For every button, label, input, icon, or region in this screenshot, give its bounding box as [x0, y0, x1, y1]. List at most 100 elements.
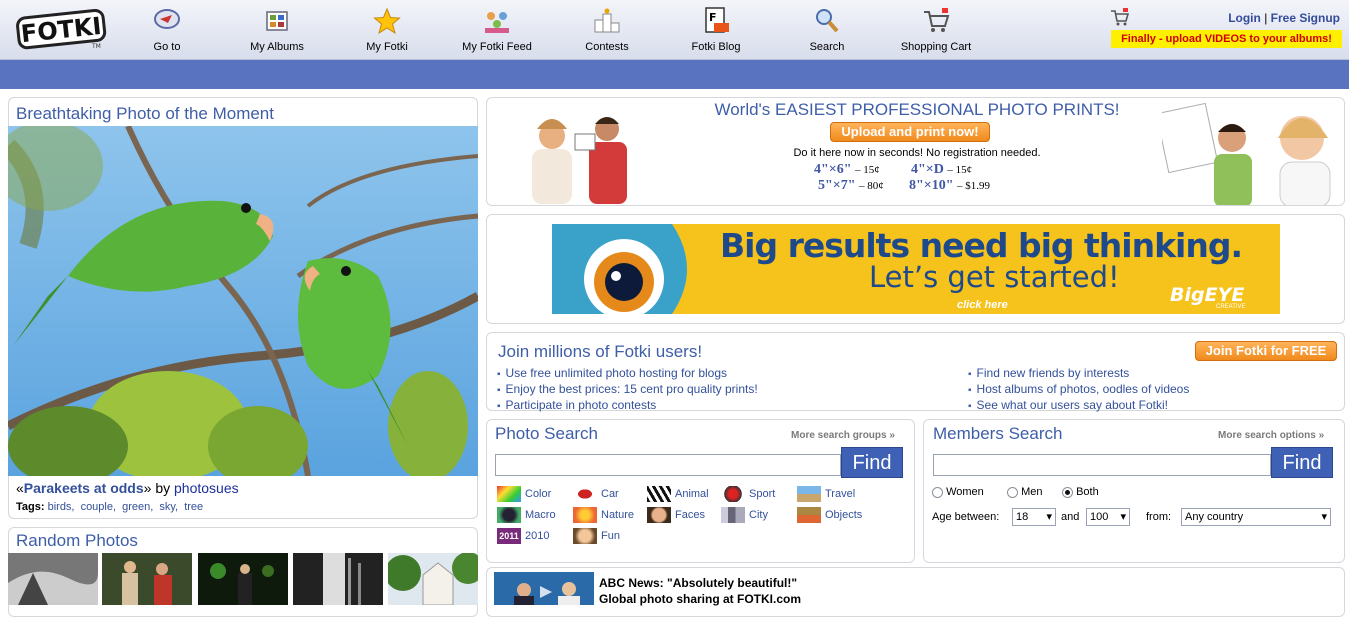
category-car[interactable]: Car [573, 486, 619, 503]
category-macro[interactable]: Macro [497, 507, 556, 524]
photo-of-moment-title: Breathtaking Photo of the Moment [16, 104, 274, 123]
category-color[interactable]: Color [497, 486, 551, 503]
category-nature[interactable]: Nature [573, 507, 634, 524]
category-travel[interactable]: Travel [797, 486, 855, 503]
join-benefits-right: Find new friends by interests Host album… [968, 366, 1190, 414]
category-fun[interactable]: Fun [573, 528, 620, 545]
login-link[interactable]: Login [1228, 11, 1261, 25]
random-photo-thumb[interactable] [8, 553, 98, 605]
feed-icon [485, 12, 509, 33]
nav-label: My Albums [250, 41, 304, 53]
more-search-options-link[interactable]: More search options » [1218, 430, 1324, 441]
more-search-groups-link[interactable]: More search groups » [791, 430, 895, 441]
category-label[interactable]: City [749, 509, 768, 521]
category-label[interactable]: Macro [525, 509, 556, 521]
prints-headline: World's EASIEST PROFESSIONAL PHOTO PRINT… [714, 100, 1120, 119]
price-item[interactable]: 4"×D – 15¢ [911, 162, 1001, 178]
photo-search-find-button[interactable]: Find [841, 447, 903, 478]
ad-banner[interactable]: Big results need big thinking. Let’s get… [552, 224, 1280, 314]
photo-title-link[interactable]: Parakeets at odds [24, 480, 144, 496]
featured-photo[interactable] [8, 126, 478, 476]
price-size: 4"×D [911, 162, 944, 177]
age-to-select[interactable]: 100 [1086, 508, 1130, 526]
price-item[interactable]: 4"×6" – 15¢ [814, 162, 894, 178]
signup-link[interactable]: Free Signup [1271, 11, 1340, 25]
upload-print-button[interactable]: Upload and print now! [830, 122, 990, 142]
category-label[interactable]: 2010 [525, 530, 549, 542]
members-search-title: Members Search [933, 424, 1063, 443]
news-text: ABC News: "Absolutely beautiful!" Global… [599, 575, 801, 607]
join-free-button[interactable]: Join Fotki for FREE [1195, 341, 1337, 361]
category-faces[interactable]: Faces [647, 507, 705, 524]
photo-search-input[interactable] [495, 454, 841, 476]
tag-link[interactable]: birds, [48, 501, 75, 513]
nav-contests[interactable]: Contests [580, 4, 634, 58]
gender-both-option[interactable]: Both [1062, 486, 1099, 498]
ad-click-here[interactable]: click here [957, 299, 1008, 311]
price-size: 8"×10" [909, 178, 954, 193]
nav-my-fotki[interactable]: My Fotki [360, 4, 414, 58]
radio-women[interactable] [932, 486, 943, 498]
nav-my-fotki-feed[interactable]: My Fotki Feed [461, 4, 533, 58]
benefit-link[interactable]: Use free unlimited photo hosting for blo… [506, 366, 727, 380]
quote-close: » [143, 480, 152, 496]
age-from-select[interactable]: 18 [1012, 508, 1056, 526]
category-city[interactable]: City [721, 507, 768, 524]
promo-banner[interactable]: Finally - upload VIDEOS to your albums! [1111, 30, 1342, 48]
random-photo-thumb[interactable] [198, 553, 288, 605]
tag-link[interactable]: tree [184, 501, 203, 513]
albums-icon [266, 11, 288, 31]
category-sport[interactable]: Sport [721, 486, 775, 503]
country-select[interactable]: Any country [1181, 508, 1331, 526]
benefit-link[interactable]: Host albums of photos, oodles of videos [977, 382, 1190, 396]
category-label[interactable]: Objects [825, 509, 862, 521]
category-label[interactable]: Color [525, 488, 551, 500]
face-icon [647, 507, 671, 524]
price-item[interactable]: 8"×10" – $1.99 [909, 178, 1019, 194]
price-item[interactable]: 5"×7" – 80¢ [818, 178, 908, 194]
tag-link[interactable]: sky, [159, 501, 178, 513]
cart-icon[interactable] [1110, 8, 1130, 26]
random-photo-thumb[interactable] [388, 553, 478, 605]
category-label[interactable]: Sport [749, 488, 775, 500]
nav-fotki-blog[interactable]: F Fotki Blog [689, 4, 743, 58]
category-2010[interactable]: 2011 2010 [497, 528, 549, 545]
author-link[interactable]: photosues [174, 480, 239, 496]
random-photo-thumb[interactable] [293, 553, 383, 605]
benefit-link[interactable]: Enjoy the best prices: 15 cent pro quali… [506, 382, 758, 396]
tag-link[interactable]: green, [122, 501, 153, 513]
nav-label: Shopping Cart [900, 41, 972, 53]
benefit-link[interactable]: Find new friends by interests [977, 366, 1130, 380]
nav-my-albums[interactable]: My Albums [243, 4, 311, 58]
news-video-thumb[interactable] [494, 572, 594, 605]
members-search-find-button[interactable]: Find [1271, 447, 1333, 478]
objects-icon [797, 507, 821, 524]
category-label[interactable]: Travel [825, 488, 855, 500]
random-photo-thumb[interactable] [102, 553, 192, 605]
gender-label: Both [1076, 486, 1099, 498]
category-objects[interactable]: Objects [797, 507, 862, 524]
category-label[interactable]: Faces [675, 509, 705, 521]
gender-women-option[interactable]: Women [932, 486, 984, 498]
radio-men[interactable] [1007, 486, 1018, 498]
tag-link[interactable]: couple, [81, 501, 116, 513]
benefit-link[interactable]: See what our users say about Fotki! [977, 398, 1168, 412]
gender-label: Men [1021, 486, 1043, 498]
category-animal[interactable]: Animal [647, 486, 709, 503]
benefit-link[interactable]: Participate in photo contests [506, 398, 657, 412]
nav-shopping-cart[interactable]: Shopping Cart [898, 4, 974, 58]
members-search-input[interactable] [933, 454, 1271, 476]
category-label[interactable]: Animal [675, 488, 709, 500]
category-label[interactable]: Nature [601, 509, 634, 521]
quote-open: « [16, 480, 24, 496]
radio-both[interactable] [1062, 486, 1073, 498]
fotki-logo[interactable]: FOTKI TM [16, 6, 108, 50]
category-label[interactable]: Fun [601, 530, 620, 542]
category-label[interactable]: Car [601, 488, 619, 500]
nav-goto[interactable]: Go to [143, 4, 191, 58]
fun-icon [573, 528, 597, 545]
news-line-1[interactable]: ABC News: "Absolutely beautiful!" [599, 575, 801, 591]
gender-men-option[interactable]: Men [1007, 486, 1042, 498]
age-label: Age between: [932, 511, 1000, 523]
nav-search[interactable]: Search [800, 4, 854, 58]
